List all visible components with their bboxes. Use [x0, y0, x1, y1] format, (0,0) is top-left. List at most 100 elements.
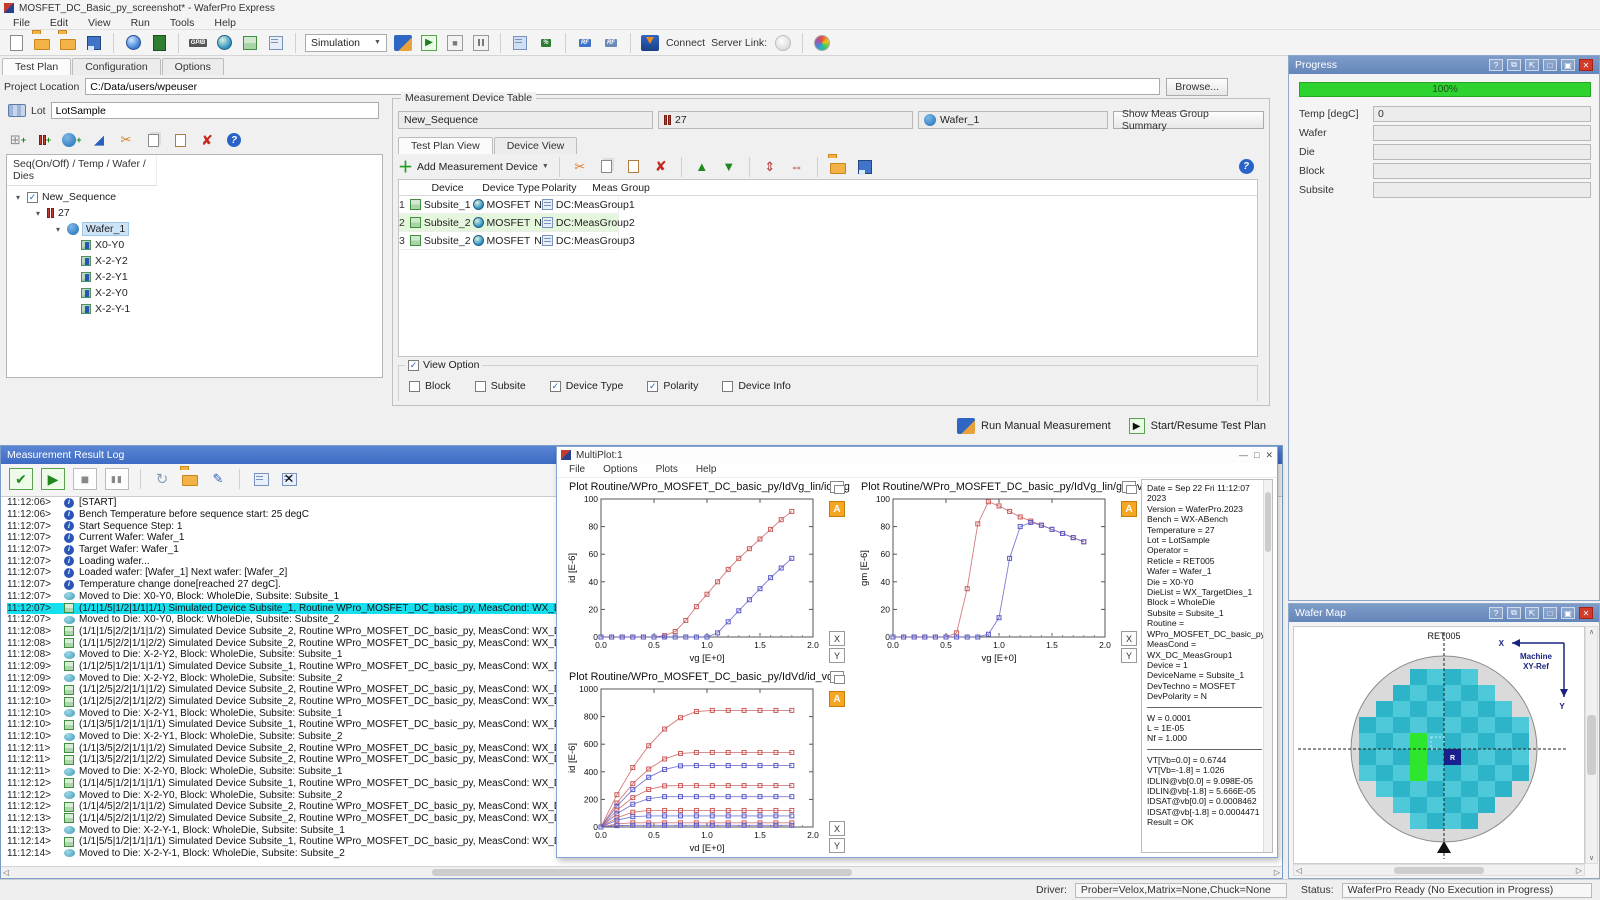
filter-device-type[interactable]: ✓Device Type: [550, 380, 624, 392]
wafer-map-dock-icon[interactable]: ⇱: [1525, 607, 1539, 619]
open-measgroup-icon[interactable]: [828, 157, 848, 177]
calibration-icon[interactable]: [393, 33, 413, 53]
wafer-map-close-icon[interactable]: ✕: [1579, 607, 1593, 619]
filter-block[interactable]: Block: [409, 380, 451, 392]
wafer-die[interactable]: [1478, 749, 1495, 765]
wafer-die[interactable]: [1427, 781, 1444, 797]
wafer-die[interactable]: [1495, 781, 1512, 797]
multiplot-menu-plots[interactable]: Plots: [648, 463, 686, 477]
cut-icon[interactable]: ✂: [116, 130, 136, 150]
wafer-die[interactable]: [1359, 717, 1376, 733]
wafer-die[interactable]: [1376, 717, 1393, 733]
wafer-map-pin-icon[interactable]: ▣: [1561, 607, 1575, 619]
tree-item-die-x-2-y1[interactable]: X-2-Y1: [9, 269, 380, 285]
log-pause-icon[interactable]: ▮▮: [105, 468, 129, 490]
run-manual-measurement-button[interactable]: Run Manual Measurement: [957, 418, 1111, 434]
column-header-polarity[interactable]: Polarity: [541, 182, 573, 194]
wafer-die[interactable]: [1461, 813, 1478, 829]
wafer-die[interactable]: [1444, 717, 1461, 733]
wafer-die[interactable]: [1427, 701, 1444, 717]
wafer-die[interactable]: [1495, 701, 1512, 717]
wafer-die[interactable]: [1376, 781, 1393, 797]
save-measgroup-icon[interactable]: [855, 157, 875, 177]
tree-caret-icon[interactable]: ▾: [53, 225, 63, 234]
delete-icon[interactable]: ✘: [197, 130, 217, 150]
copy-device-icon[interactable]: [597, 157, 617, 177]
menu-edit[interactable]: Edit: [41, 16, 77, 29]
wafer-die[interactable]: [1393, 701, 1410, 717]
progress-pin-icon[interactable]: ▣: [1561, 59, 1575, 71]
progress-dock-icon[interactable]: ⇱: [1525, 59, 1539, 71]
chart-gm-vg[interactable]: 0.00.51.01.52.0020406080100vg [E+0]gm [E…: [857, 493, 1115, 663]
mode-select[interactable]: Simulation▼: [305, 34, 387, 52]
wafer-die[interactable]: [1427, 797, 1444, 813]
tab-options[interactable]: Options: [162, 58, 224, 75]
log-verify-icon[interactable]: ✔: [9, 468, 33, 490]
wafer-die[interactable]: [1410, 749, 1427, 765]
wafer-die[interactable]: [1410, 813, 1427, 829]
data-browser-icon[interactable]: [510, 33, 530, 53]
filter-checkbox[interactable]: ✓: [550, 381, 561, 392]
log-plot-icon[interactable]: [251, 469, 271, 489]
menu-run[interactable]: Run: [122, 16, 159, 29]
wafer-die[interactable]: [1512, 717, 1529, 733]
wafer-die[interactable]: [1376, 701, 1393, 717]
stop-icon[interactable]: ■: [445, 33, 465, 53]
wafer-die[interactable]: [1359, 749, 1376, 765]
plot-layout-icon[interactable]: [830, 481, 844, 493]
color-palette-icon[interactable]: [812, 33, 832, 53]
column-header-device[interactable]: Device: [413, 182, 479, 194]
wafer-die[interactable]: [1427, 669, 1444, 685]
wafer-die[interactable]: [1410, 781, 1427, 797]
column-header-meas-group[interactable]: Meas Group: [573, 182, 669, 194]
tab-device-view[interactable]: Device View: [494, 137, 578, 154]
tree-item-die-x-2-y-1[interactable]: X-2-Y-1: [9, 301, 380, 317]
wafer-die[interactable]: [1393, 749, 1410, 765]
delete-device-icon[interactable]: ✘: [651, 157, 671, 177]
wafer-die[interactable]: [1478, 797, 1495, 813]
wafer-die[interactable]: [1461, 765, 1478, 781]
multiplot-maximize-icon[interactable]: □: [1254, 450, 1259, 461]
wafer-die[interactable]: [1376, 749, 1393, 765]
progress-float-icon[interactable]: ⧉: [1507, 59, 1521, 71]
add-wafer-icon[interactable]: +: [62, 130, 82, 150]
tab-test-plan[interactable]: Test Plan: [2, 58, 71, 75]
wafer-die[interactable]: [1444, 765, 1461, 781]
expand-rows-icon[interactable]: ⇕: [760, 157, 780, 177]
tree-caret-icon[interactable]: ▾: [13, 193, 23, 202]
wafer-die[interactable]: [1512, 765, 1529, 781]
plot-autoscale-button[interactable]: A: [1121, 501, 1137, 517]
rf-setup-icon[interactable]: RF: [575, 33, 595, 53]
tab-configuration[interactable]: Configuration: [72, 58, 160, 75]
wafer-die[interactable]: [1444, 669, 1461, 685]
wafer-die[interactable]: [1478, 765, 1495, 781]
show-meas-group-summary-button[interactable]: Show Meas Group Summary: [1113, 111, 1264, 129]
wafer-die[interactable]: [1444, 685, 1461, 701]
sequence-field[interactable]: New_Sequence: [398, 111, 653, 129]
plot-layout-icon[interactable]: [1122, 481, 1136, 493]
report-icon[interactable]: [266, 33, 286, 53]
chart-id-vg[interactable]: 0.00.51.01.52.0020406080100vg [E+0]id [E…: [565, 493, 823, 663]
wafer-die[interactable]: [1461, 669, 1478, 685]
open-project-icon[interactable]: [32, 33, 52, 53]
wafer-die[interactable]: [1512, 733, 1529, 749]
wafer-die[interactable]: [1461, 685, 1478, 701]
wafer-die[interactable]: [1444, 733, 1461, 749]
plot-autoscale-button[interactable]: A: [829, 501, 845, 517]
tree-item-die-x-2-y0[interactable]: X-2-Y0: [9, 285, 380, 301]
network-icon[interactable]: [214, 33, 234, 53]
wafer-die[interactable]: [1478, 733, 1495, 749]
wafer-die[interactable]: [1427, 749, 1444, 765]
wafer-die[interactable]: [1393, 797, 1410, 813]
info-scrollbar[interactable]: [1263, 480, 1272, 852]
wafer-die[interactable]: [1410, 701, 1427, 717]
wafer-die[interactable]: [1495, 765, 1512, 781]
move-down-icon[interactable]: ▼: [719, 157, 739, 177]
wafer-die[interactable]: [1393, 717, 1410, 733]
tree-item-die-x-2-y2[interactable]: X-2-Y2: [9, 253, 380, 269]
filter-device-info[interactable]: Device Info: [722, 380, 791, 392]
browse-button[interactable]: Browse...: [1166, 78, 1228, 96]
wafer-field[interactable]: Wafer_1: [918, 111, 1108, 129]
wafer-die[interactable]: [1376, 765, 1393, 781]
menu-help[interactable]: Help: [205, 16, 245, 29]
